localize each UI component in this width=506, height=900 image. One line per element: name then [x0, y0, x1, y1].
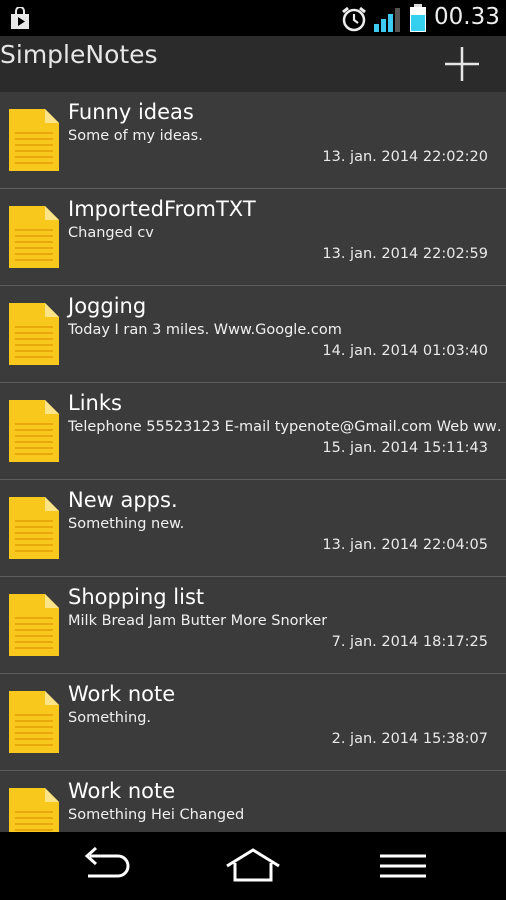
list-item[interactable]: Jogging Today I ran 3 miles. Www.Google.… — [0, 286, 506, 383]
note-preview: Milk Bread Jam Butter More Snorker — [68, 613, 328, 629]
note-date: 15. jan. 2014 15:11:43 — [322, 440, 488, 456]
clock: 00.33 — [434, 4, 500, 30]
note-document-icon — [9, 303, 59, 365]
action-bar: SimpleNotes — [0, 36, 506, 93]
note-title: Work note — [68, 779, 176, 803]
status-bar: 00.33 — [0, 0, 506, 36]
note-title: Work note — [68, 682, 176, 706]
home-icon[interactable] — [223, 846, 283, 886]
list-item[interactable]: Links Telephone 55523123 E-mail typenote… — [0, 383, 506, 480]
note-date: 13. jan. 2014 22:04:05 — [322, 537, 488, 553]
note-preview: Today I ran 3 miles. Www.Google.com — [68, 322, 342, 338]
note-preview: Something. — [68, 710, 152, 726]
list-item[interactable]: ImportedFromTXT Changed cv 13. jan. 2014… — [0, 189, 506, 286]
note-title: Shopping list — [68, 585, 205, 609]
note-date: 13. jan. 2014 22:02:20 — [322, 149, 488, 165]
list-item[interactable]: New apps. Something new. 13. jan. 2014 2… — [0, 480, 506, 577]
note-document-icon — [9, 497, 59, 559]
note-date: 2. jan. 2014 15:38:07 — [331, 731, 488, 747]
note-title: ImportedFromTXT — [68, 197, 256, 221]
note-date: 7. jan. 2014 18:17:25 — [331, 634, 488, 650]
navigation-bar — [0, 832, 506, 900]
list-item[interactable]: Shopping list Milk Bread Jam Butter More… — [0, 577, 506, 674]
note-document-icon — [9, 691, 59, 753]
alarm-icon — [342, 6, 366, 32]
menu-icon[interactable] — [374, 846, 434, 886]
note-date: 14. jan. 2014 01:03:40 — [322, 343, 488, 359]
note-preview: Telephone 55523123 E-mail typenote@Gmail… — [68, 419, 502, 435]
note-preview: Something Hei Changed — [68, 807, 245, 823]
note-document-icon — [9, 109, 59, 171]
note-preview: Some of my ideas. — [68, 128, 203, 144]
battery-icon — [410, 4, 426, 32]
note-title: Links — [68, 391, 122, 415]
list-item[interactable]: Funny ideas Some of my ideas. 13. jan. 2… — [0, 92, 506, 189]
note-title: Funny ideas — [68, 100, 194, 124]
back-icon[interactable] — [74, 846, 134, 886]
note-document-icon — [9, 400, 59, 462]
note-preview: Changed cv — [68, 225, 154, 241]
play-store-notification-icon — [11, 7, 29, 29]
note-document-icon — [9, 788, 59, 832]
list-item[interactable]: Work note Something Hei Changed — [0, 771, 506, 832]
plus-icon[interactable] — [444, 46, 480, 82]
list-item[interactable]: Work note Something. 2. jan. 2014 15:38:… — [0, 674, 506, 771]
note-preview: Something new. — [68, 516, 185, 532]
note-date: 13. jan. 2014 22:02:59 — [322, 246, 488, 262]
app-title: SimpleNotes — [0, 40, 158, 69]
notes-list[interactable]: Funny ideas Some of my ideas. 13. jan. 2… — [0, 92, 506, 832]
note-document-icon — [9, 206, 59, 268]
note-document-icon — [9, 594, 59, 656]
note-title: Jogging — [68, 294, 147, 318]
signal-icon — [374, 8, 400, 32]
note-title: New apps. — [68, 488, 178, 512]
